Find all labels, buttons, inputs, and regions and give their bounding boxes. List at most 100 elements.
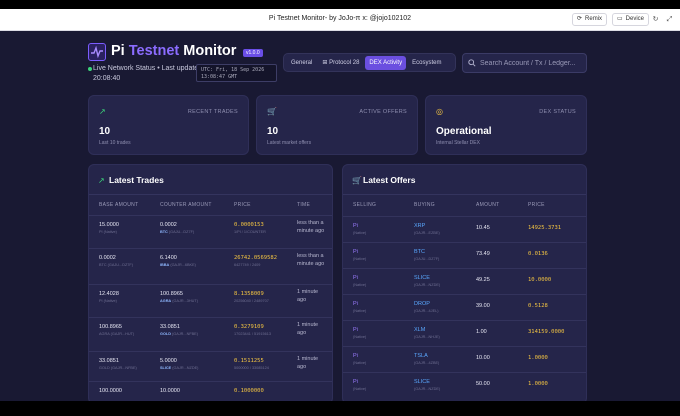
trade-price-cell: 0.3279109 17023441 / 51915613 (234, 324, 271, 336)
buying-cell: SLICE (GAJR...NZDE) (414, 379, 441, 391)
buying-cell: DROP (GAJR...4JEL) (414, 301, 439, 313)
card-recent-trades: ↗ RECENT TRADES 10 Last 10 trades (88, 95, 249, 155)
device-icon: ▭ (617, 16, 623, 22)
latest-trades-panel: ↗ Latest Trades BASE AMOUNT COUNTER AMOU… (88, 164, 333, 404)
selling-cell: Pi (Native) (353, 327, 367, 339)
buying-cell: XLM (GAJR...NHJE) (414, 327, 440, 339)
offer-amount-cell: 50.00 (476, 381, 490, 387)
col-price: PRICE (234, 202, 251, 208)
counter-amount-cell: 10.0000 (160, 388, 180, 394)
row-divider (343, 372, 586, 373)
selling-cell: Pi (Native) (353, 223, 367, 235)
tab-protocol-28[interactable]: ⊞ Protocol 28 (318, 56, 363, 70)
utc-clock: UTC: Fri, 18 Sep 2026 13:08:47 GMT (196, 64, 277, 82)
trade-price-cell: 26742.0569582 6427749 / 2409 (234, 255, 278, 267)
offer-price-cell: 0.0136 (528, 251, 548, 257)
counter-amount-cell: 5.0000 SLICE (GAJR...NZDE) (160, 358, 199, 370)
search-box[interactable] (462, 53, 587, 73)
row-divider (343, 346, 586, 347)
trend-up-icon: ↗ (99, 107, 106, 116)
col-base-amount: BASE AMOUNT (99, 202, 139, 208)
base-amount-cell: 100.0000 (99, 388, 122, 394)
trade-price-cell: 8.1358009 20256040 / 2489707 (234, 291, 269, 303)
card-dex-status: ◎ DEX STATUS Operational Internal Stella… (425, 95, 587, 155)
cart-icon: 🛒 (267, 107, 277, 116)
trade-price-cell: 0.1511255 5000000 / 33085124 (234, 358, 269, 370)
trade-time-cell: 1 minute ago (297, 322, 319, 336)
logo-icon (88, 43, 106, 61)
selling-cell: Pi (Native) (353, 301, 367, 313)
row-divider (89, 284, 332, 285)
nav-tabs: General ⊞ Protocol 28 DEX Activity Ecosy… (283, 53, 456, 72)
col-amount: AMOUNT (476, 202, 500, 208)
trade-time-cell: 1 minute ago (297, 356, 319, 370)
counter-amount-cell: 33.0851 GOLD (GAJR...NFBE) (160, 324, 198, 336)
offer-amount-cell: 1.00 (476, 329, 487, 335)
selling-cell: Pi (Native) (353, 353, 367, 365)
latest-trades-header: ↗ Latest Trades (89, 165, 332, 195)
offer-amount-cell: 49.25 (476, 277, 490, 283)
buying-cell: SLICE (GAJR...NZDE) (414, 275, 441, 287)
col-counter-amount: COUNTER AMOUNT (160, 202, 212, 208)
col-offer-price: PRICE (528, 202, 545, 208)
status-text: Live Network Status • Last updated 20:08… (93, 65, 203, 82)
offer-price-cell: 14925.3731 (528, 225, 562, 231)
offer-price-cell: 314159.0000 (528, 329, 565, 335)
base-amount-cell: 12.4028 PI (Native) (99, 291, 119, 303)
latest-offers-panel: 🛒 Latest Offers SELLING BUYING AMOUNT PR… (342, 164, 587, 404)
search-icon (468, 59, 476, 67)
page-title: Pi Testnet Monitor (111, 43, 237, 59)
bottom-black-bar (0, 401, 680, 416)
search-input[interactable] (480, 59, 580, 67)
row-divider (89, 351, 332, 352)
base-amount-cell: 100.8965 AGRA (GAJR...HUT) (99, 324, 135, 336)
device-button[interactable]: ▭ Device (612, 13, 650, 26)
counter-amount-cell: 100.8965 AGRA (GAJR...3HUT) (160, 291, 198, 303)
selling-cell: Pi (Native) (353, 249, 367, 261)
trend-up-icon: ↗ (98, 176, 105, 185)
status-icon: ◎ (436, 107, 443, 116)
offer-amount-cell: 10.00 (476, 355, 490, 361)
cart-icon: 🛒 (352, 176, 362, 185)
row-divider (343, 320, 586, 321)
offer-price-cell: 0.5128 (528, 303, 548, 309)
counter-amount-cell: 0.0002 BTC (GAJU...DZ7F) (160, 222, 195, 234)
row-divider (343, 242, 586, 243)
trade-price-cell: 0.0000153 1/PI / 1/COUNTER (234, 222, 266, 234)
row-divider (89, 215, 332, 216)
latest-offers-header: 🛒 Latest Offers (343, 165, 586, 195)
live-status-dot (88, 67, 92, 71)
offer-price-cell: 1.0000 (528, 381, 548, 387)
row-divider (343, 294, 586, 295)
trade-price-cell: 0.1000000 (234, 388, 264, 394)
row-divider (343, 268, 586, 269)
refresh-icon[interactable]: ↻ (650, 14, 661, 25)
col-selling: SELLING (353, 202, 377, 208)
row-divider (343, 216, 586, 217)
expand-icon[interactable]: ⤢ (664, 14, 675, 25)
tab-general[interactable]: General (287, 56, 316, 70)
trade-time-cell: less than a minute ago (297, 220, 325, 234)
trade-time-cell: 1 minute ago (297, 289, 319, 303)
col-time: TIME (297, 202, 311, 208)
selling-cell: Pi (Native) (353, 379, 367, 391)
buying-cell: TSLA (GAJR...4ZBE) (414, 353, 440, 365)
browser-bar: Pi Testnet Monitor- by JoJo-π x: @jojo10… (0, 9, 680, 31)
base-amount-cell: 15.0000 PI (Native) (99, 222, 119, 234)
offer-amount-cell: 39.00 (476, 303, 490, 309)
offer-price-cell: 1.0000 (528, 355, 548, 361)
remix-button[interactable]: ⟳ Remix (572, 13, 608, 26)
tab-ecosystem[interactable]: Ecosystem (408, 56, 445, 70)
trade-time-cell: less than a minute ago (297, 253, 325, 267)
version-badge: v1.0.0 (243, 49, 263, 57)
buying-cell: XRP (GAJR...EZBE) (414, 223, 440, 235)
col-buying: BUYING (414, 202, 435, 208)
selling-cell: Pi (Native) (353, 275, 367, 287)
top-black-bar (0, 0, 680, 9)
remix-icon: ⟳ (577, 16, 583, 22)
counter-amount-cell: 6.1400 IBBA (GAJR...6BKE) (160, 255, 196, 267)
offer-amount-cell: 10.45 (476, 225, 490, 231)
row-divider (89, 248, 332, 249)
card-active-offers: 🛒 ACTIVE OFFERS 10 Latest market offers (256, 95, 418, 155)
tab-dex-activity[interactable]: DEX Activity (365, 55, 407, 70)
